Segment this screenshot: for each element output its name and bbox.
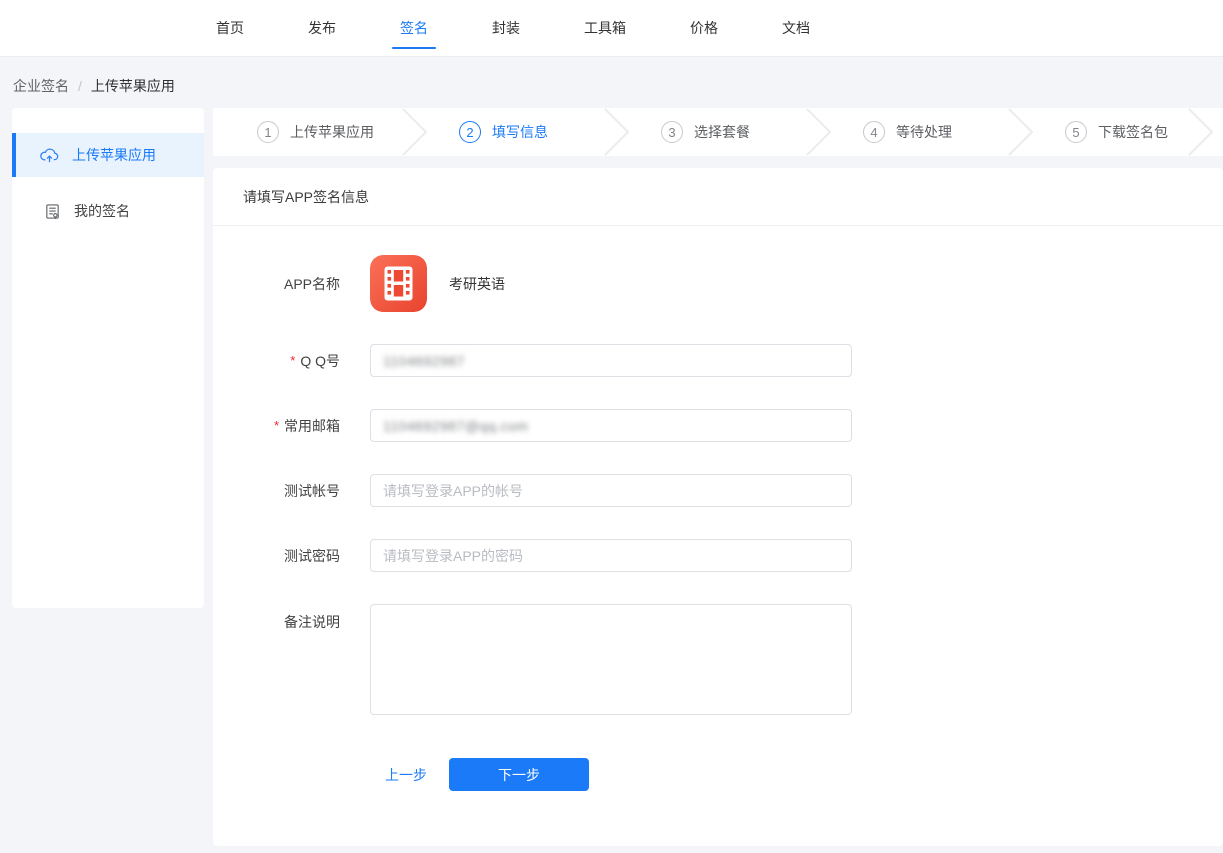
test-account-label: 测试帐号 xyxy=(213,481,340,501)
test-password-input[interactable] xyxy=(370,539,852,572)
breadcrumb: 企业签名 / 上传苹果应用 xyxy=(13,76,175,96)
nav-item-packaging[interactable]: 封装 xyxy=(484,0,528,56)
remark-label: 备注说明 xyxy=(213,612,340,632)
step-number: 3 xyxy=(661,121,683,143)
breadcrumb-parent[interactable]: 企业签名 xyxy=(13,76,69,96)
app-name-value: 考研英语 xyxy=(370,255,505,312)
test-account-row: 测试帐号 xyxy=(213,474,1223,507)
step-2-fill-info: 2 填写信息 xyxy=(415,108,617,156)
sidebar: 上传苹果应用 我的签名 xyxy=(12,108,204,608)
remark-row: 备注说明 xyxy=(213,604,1223,715)
chevron-right-icon xyxy=(604,108,630,156)
label-text: 测试密码 xyxy=(284,546,340,566)
sidebar-item-upload-ios-app[interactable]: 上传苹果应用 xyxy=(12,133,204,177)
step-number: 5 xyxy=(1065,121,1087,143)
nav-item-publish[interactable]: 发布 xyxy=(300,0,344,56)
step-label: 选择套餐 xyxy=(694,122,750,142)
required-asterisk: * xyxy=(290,353,295,368)
panel-header: 请填写APP签名信息 xyxy=(213,168,1223,226)
app-name-text: 考研英语 xyxy=(449,274,505,294)
breadcrumb-current: 上传苹果应用 xyxy=(91,76,175,96)
qq-input[interactable]: 1104692987 xyxy=(370,344,852,377)
step-label: 上传苹果应用 xyxy=(290,122,374,142)
step-1-upload-app: 1 上传苹果应用 xyxy=(213,108,415,156)
remark-textarea[interactable] xyxy=(370,604,852,715)
nav-item-toolbox[interactable]: 工具箱 xyxy=(576,0,634,56)
step-3-choose-plan: 3 选择套餐 xyxy=(617,108,819,156)
email-row: * 常用邮箱 1104692987@qq.com xyxy=(213,409,1223,442)
step-number: 4 xyxy=(863,121,885,143)
sidebar-item-label: 上传苹果应用 xyxy=(72,145,156,165)
test-account-input[interactable] xyxy=(370,474,852,507)
nav-item-signing[interactable]: 签名 xyxy=(392,0,436,56)
form-actions: 上一步 下一步 xyxy=(385,758,1223,791)
signing-info-form: APP名称 xyxy=(213,226,1223,791)
app-name-row: APP名称 xyxy=(213,255,1223,312)
qq-row: * Q Q号 1104692987 xyxy=(213,344,1223,377)
next-step-button[interactable]: 下一步 xyxy=(449,758,589,791)
nav-item-home[interactable]: 首页 xyxy=(208,0,252,56)
nav-item-pricing[interactable]: 价格 xyxy=(682,0,726,56)
chevron-right-icon xyxy=(402,108,428,156)
label-text: 测试帐号 xyxy=(284,481,340,501)
top-navigation-bar: 首页 发布 签名 封装 工具箱 价格 文档 xyxy=(0,0,1223,57)
label-text: APP名称 xyxy=(284,274,340,294)
qq-blurred-value: 1104692987 xyxy=(383,353,465,369)
sidebar-item-label: 我的签名 xyxy=(74,201,130,221)
nav-item-docs[interactable]: 文档 xyxy=(774,0,818,56)
steps-wizard: 1 上传苹果应用 2 填写信息 3 选择套餐 4 等待处理 5 下载签名包 xyxy=(213,108,1223,156)
email-label: * 常用邮箱 xyxy=(213,416,340,436)
email-input[interactable]: 1104692987@qq.com xyxy=(370,409,852,442)
step-label: 等待处理 xyxy=(896,122,952,142)
test-password-label: 测试密码 xyxy=(213,546,340,566)
required-asterisk: * xyxy=(274,418,279,433)
breadcrumb-separator: / xyxy=(78,78,82,94)
panel-title: 请填写APP签名信息 xyxy=(243,187,369,207)
prev-step-link[interactable]: 上一步 xyxy=(385,765,427,785)
signing-info-panel: 请填写APP签名信息 APP名称 xyxy=(213,168,1223,846)
chevron-right-icon xyxy=(806,108,832,156)
step-4-wait-processing: 4 等待处理 xyxy=(819,108,1021,156)
signature-doc-icon xyxy=(44,203,61,220)
sidebar-item-my-signatures[interactable]: 我的签名 xyxy=(12,189,204,233)
step-label: 填写信息 xyxy=(492,122,548,142)
cloud-upload-icon xyxy=(40,147,59,164)
qq-label: * Q Q号 xyxy=(213,351,340,371)
film-app-icon xyxy=(370,255,427,312)
step-number: 2 xyxy=(459,121,481,143)
test-password-row: 测试密码 xyxy=(213,539,1223,572)
chevron-right-icon xyxy=(1008,108,1034,156)
step-number: 1 xyxy=(257,121,279,143)
label-text: 常用邮箱 xyxy=(284,416,340,436)
email-blurred-value: 1104692987@qq.com xyxy=(383,418,528,434)
app-name-label: APP名称 xyxy=(213,274,340,294)
label-text: Q Q号 xyxy=(300,351,340,371)
step-label: 下载签名包 xyxy=(1098,122,1168,142)
main-nav: 首页 发布 签名 封装 工具箱 价格 文档 xyxy=(208,0,866,56)
chevron-right-icon xyxy=(1188,108,1214,156)
label-text: 备注说明 xyxy=(284,612,340,632)
